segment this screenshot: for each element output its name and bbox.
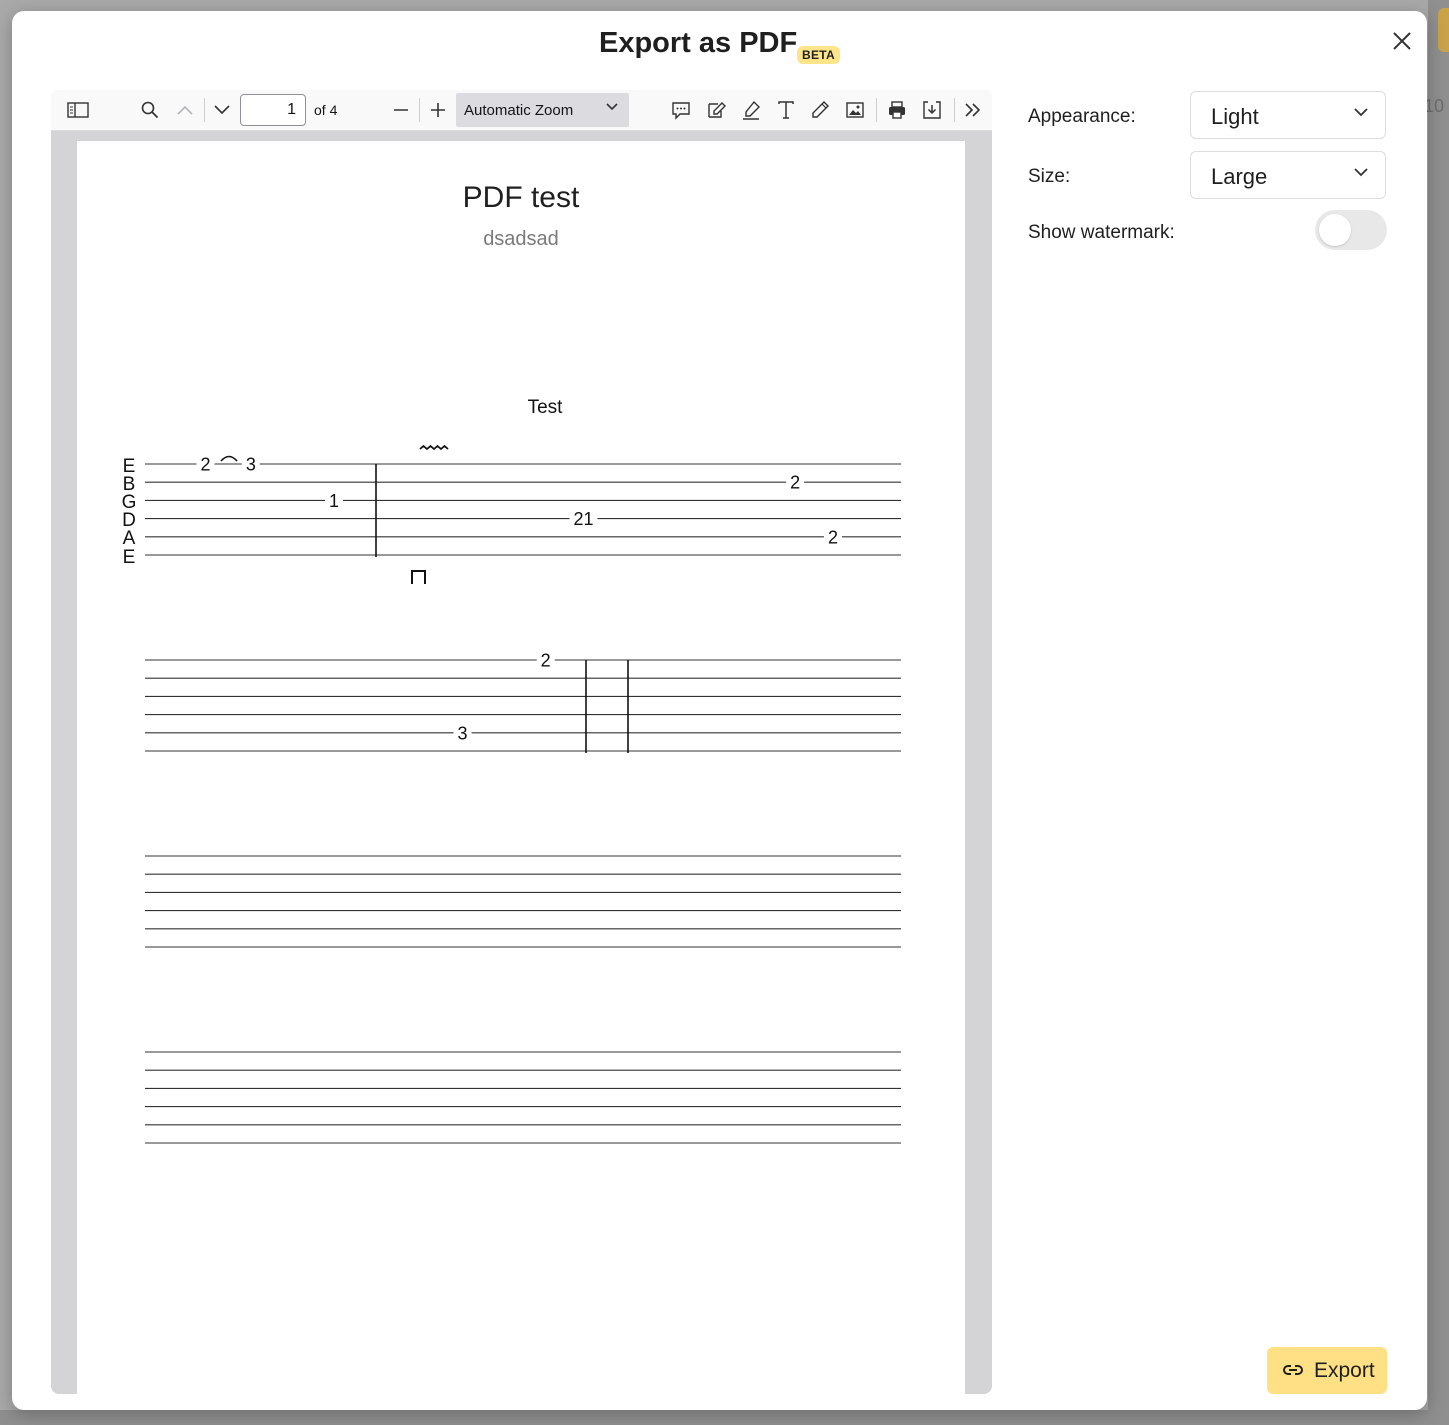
zoom-out-button[interactable] (389, 98, 413, 122)
sidebar-toggle-icon (67, 102, 89, 118)
background-measure-number: 10 (1424, 96, 1445, 116)
zoom-in-button[interactable] (426, 98, 450, 122)
size-select[interactable]: Large (1190, 151, 1386, 199)
comment-icon (672, 102, 690, 120)
dialog-header: Export as PDF BETA (12, 11, 1427, 83)
minus-icon (394, 109, 408, 111)
toggle-knob (1319, 214, 1351, 246)
size-label: Size: (1028, 166, 1071, 187)
export-label: Export (1314, 1359, 1375, 1382)
tab-string-label: E (123, 547, 136, 568)
fret-number: 2 (828, 527, 838, 547)
backdrop (1428, 0, 1449, 1425)
fret-number: 2 (541, 651, 551, 671)
page-count-label: of 4 (314, 102, 338, 118)
pdf-viewer: of 4 Automatic Zoom (51, 90, 992, 1394)
fret-number: 2 (200, 455, 210, 475)
watermark-label: Show watermark: (1028, 222, 1175, 243)
signature-icon (708, 102, 726, 118)
close-icon (1393, 32, 1411, 50)
pdf-toolbar: of 4 Automatic Zoom (51, 90, 992, 131)
pdf-page: PDF test dsadsad Test E B G D A E 2 3 1 21 2… (77, 141, 965, 1394)
signature-button[interactable] (704, 98, 728, 122)
chevron-down-icon (606, 103, 618, 111)
toolbar-divider (419, 98, 420, 122)
draw-icon (812, 101, 829, 118)
chevron-down-icon (214, 105, 230, 115)
vibrato-mark (419, 444, 449, 451)
plus-icon (431, 103, 445, 117)
section-label: Test (528, 397, 564, 418)
print-icon (889, 101, 905, 119)
appearance-value: Light (1211, 104, 1259, 129)
highlight-icon (743, 100, 760, 120)
draw-button[interactable] (808, 98, 832, 122)
size-value: Large (1211, 164, 1268, 189)
chevron-down-icon (1354, 108, 1368, 117)
image-button[interactable] (843, 98, 867, 122)
fret-number: 21 (573, 509, 593, 529)
comment-button[interactable] (669, 98, 693, 122)
tab-string-label: A (123, 528, 136, 549)
fret-number: 2 (790, 473, 800, 493)
text-tool-button[interactable] (774, 98, 798, 122)
next-page-button[interactable] (210, 98, 234, 122)
fret-number: 3 (246, 455, 256, 475)
page-number-input[interactable] (240, 94, 306, 126)
zoom-value: Automatic Zoom (464, 102, 574, 119)
more-tools-icon (965, 103, 981, 117)
beta-badge: BETA (797, 46, 840, 64)
dialog-title: Export as PDF (599, 27, 798, 59)
fret-number: 1 (329, 491, 339, 511)
toolbar-divider (954, 98, 955, 122)
download-icon (923, 101, 941, 119)
link-icon (1283, 1365, 1303, 1375)
previous-page-button[interactable] (173, 98, 197, 122)
background-button (1438, 8, 1449, 52)
more-tools-button[interactable] (961, 98, 985, 122)
search-icon (141, 101, 159, 119)
zoom-select[interactable]: Automatic Zoom (456, 93, 629, 127)
downstroke-mark (411, 570, 426, 584)
find-button[interactable] (138, 98, 162, 122)
export-pdf-dialog: Export as PDF BETA of 4 (12, 11, 1427, 1410)
toolbar-divider (876, 98, 877, 122)
tab-score: Test E B G D A E 2 31212223 (122, 397, 901, 1144)
watermark-toggle[interactable] (1315, 210, 1387, 250)
toolbar-divider (204, 98, 205, 122)
appearance-label: Appearance: (1028, 106, 1136, 127)
chevron-down-icon (1354, 168, 1368, 177)
backdrop (0, 1410, 1449, 1425)
fret-number: 3 (458, 723, 468, 743)
close-button[interactable] (1390, 29, 1414, 53)
chevron-up-icon (177, 105, 193, 115)
image-icon (846, 102, 864, 118)
download-button[interactable] (920, 98, 944, 122)
text-icon (778, 101, 794, 119)
export-button[interactable]: Export (1267, 1347, 1387, 1394)
sidebar-toggle-button[interactable] (66, 98, 90, 122)
slur-mark (220, 455, 238, 462)
print-button[interactable] (885, 98, 909, 122)
appearance-select[interactable]: Light (1190, 91, 1386, 139)
highlight-button[interactable] (739, 98, 763, 122)
